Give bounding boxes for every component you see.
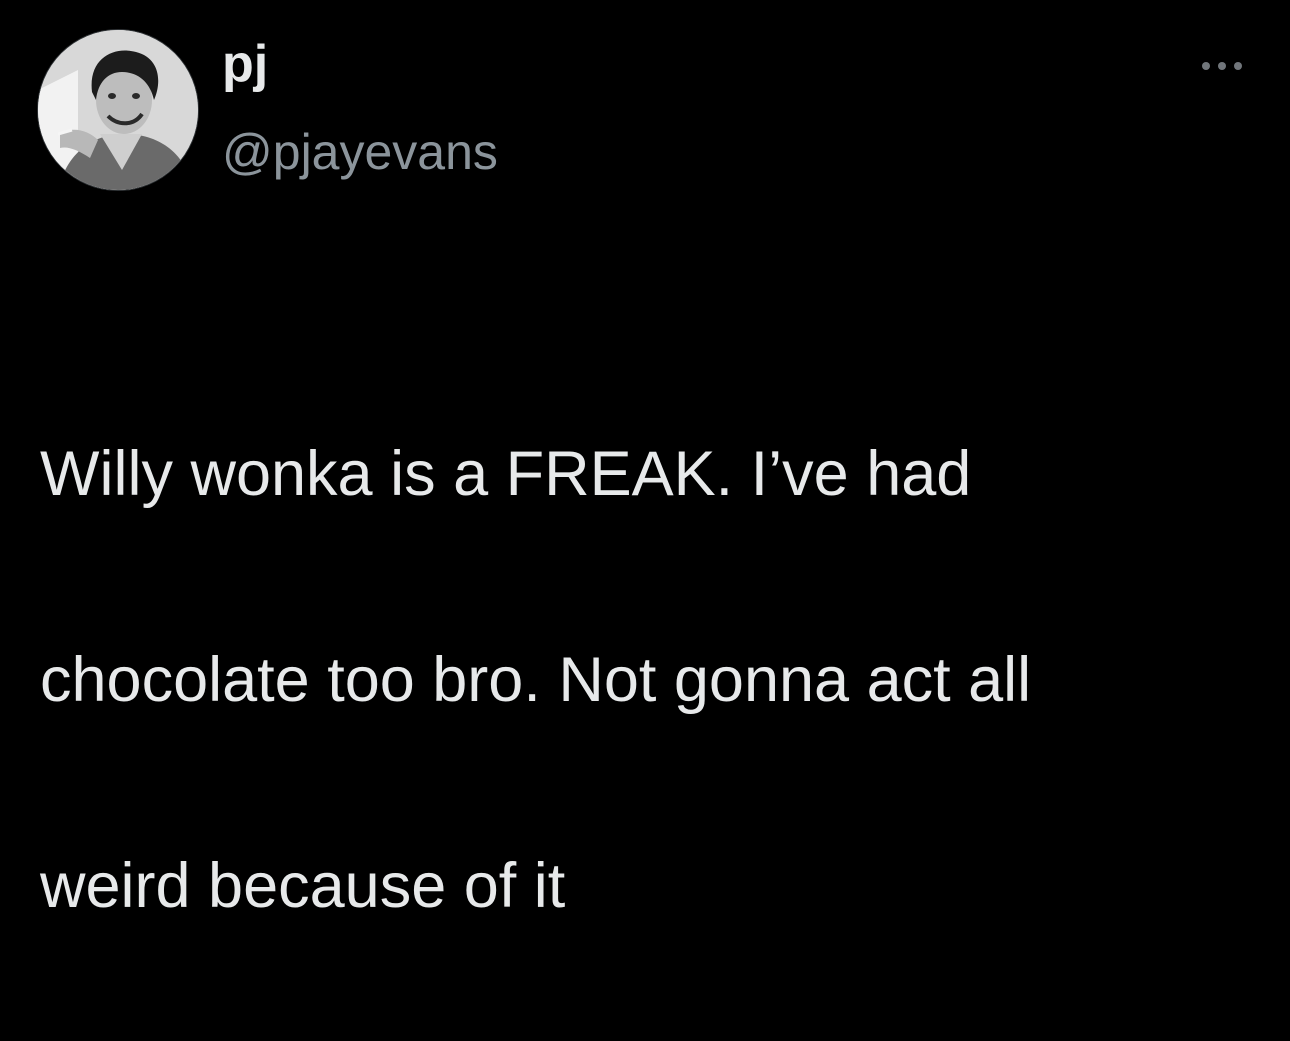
- profile-photo-avatar: [38, 30, 198, 190]
- username-handle[interactable]: @pjayevans: [222, 122, 498, 182]
- more-options-icon: [1202, 62, 1242, 70]
- tweet-text-line: weird because of it: [40, 851, 566, 921]
- tweet-card: pj @pjayevans Willy wonka is a FREAK. I’…: [0, 0, 1290, 921]
- tweet-text-line: chocolate too bro. Not gonna act all: [40, 645, 1032, 715]
- more-options-button[interactable]: [1192, 46, 1252, 86]
- display-name[interactable]: pj: [222, 34, 268, 94]
- avatar[interactable]: [38, 30, 198, 190]
- tweet-text-line: Willy wonka is a FREAK. I’ve had: [40, 439, 972, 509]
- tweet-text: Willy wonka is a FREAK. I’ve had chocola…: [40, 320, 1270, 1041]
